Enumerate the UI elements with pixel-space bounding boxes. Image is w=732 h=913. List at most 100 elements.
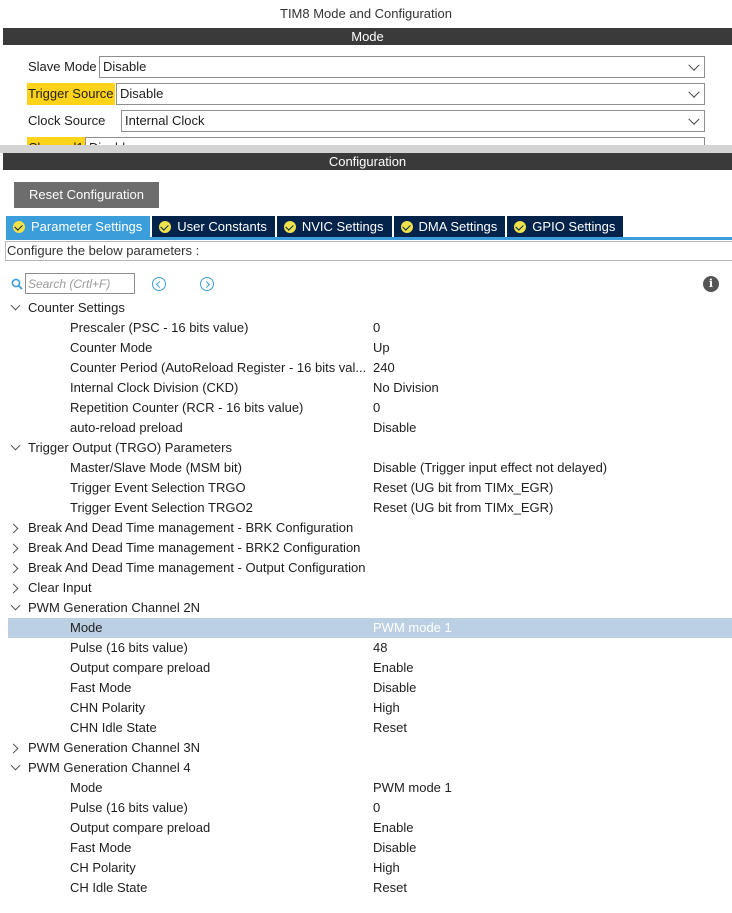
parameter-value[interactable]: Disable bbox=[373, 838, 416, 858]
parameter-value[interactable]: No Division bbox=[373, 378, 439, 398]
tab-dma-settings[interactable]: DMA Settings bbox=[393, 216, 506, 237]
search-input[interactable] bbox=[25, 273, 135, 294]
tab-parameter-settings[interactable]: Parameter Settings bbox=[6, 216, 151, 237]
parameter-row[interactable]: Repetition Counter (RCR - 16 bits value)… bbox=[0, 398, 732, 418]
mode-section-header[interactable]: Mode bbox=[3, 28, 732, 45]
parameter-row[interactable]: Fast Mode Disable bbox=[0, 678, 732, 698]
window-title: TIM8 Mode and Configuration bbox=[280, 6, 452, 21]
parameter-row[interactable]: Master/Slave Mode (MSM bit) Disable (Trig… bbox=[0, 458, 732, 478]
parameter-value[interactable]: High bbox=[373, 698, 400, 718]
parameter-row[interactable]: Trigger Event Selection TRGO Reset (UG bi… bbox=[0, 478, 732, 498]
parameter-name: Pulse (16 bits value) bbox=[70, 640, 188, 655]
parameter-row[interactable]: CHN Polarity High bbox=[0, 698, 732, 718]
settings-tabs: Parameter Settings User Constants NVIC S… bbox=[6, 216, 625, 237]
parameter-row[interactable]: Mode PWM mode 1 bbox=[8, 618, 732, 638]
parameter-row[interactable]: Counter Mode Up bbox=[0, 338, 732, 358]
tab-label: GPIO Settings bbox=[532, 219, 616, 234]
search-next-icon[interactable] bbox=[200, 277, 214, 291]
tree-group[interactable]: Counter Settings bbox=[0, 298, 732, 318]
parameter-value[interactable]: Reset bbox=[373, 718, 407, 738]
parameter-name: Internal Clock Division (CKD) bbox=[70, 380, 239, 395]
parameter-value[interactable]: High bbox=[373, 858, 400, 878]
tree-group-label: Break And Dead Time management - BRK Con… bbox=[28, 520, 354, 535]
parameter-row[interactable]: Prescaler (PSC - 16 bits value) 0 bbox=[0, 318, 732, 338]
parameter-name: CH Polarity bbox=[70, 860, 136, 875]
parameter-row[interactable]: Output compare preload Enable bbox=[0, 658, 732, 678]
tree-group-label: Counter Settings bbox=[28, 300, 125, 315]
parameter-name: Master/Slave Mode (MSM bit) bbox=[70, 460, 242, 475]
chevron-right-icon[interactable] bbox=[8, 523, 19, 534]
parameter-value[interactable]: PWM mode 1 bbox=[373, 778, 452, 798]
tree-group[interactable]: Break And Dead Time management - BRK2 Co… bbox=[0, 538, 732, 558]
chevron-down-icon[interactable] bbox=[10, 760, 21, 771]
chevron-right-icon[interactable] bbox=[8, 563, 19, 574]
tree-group[interactable]: PWM Generation Channel 2N bbox=[0, 598, 732, 618]
parameter-name: Trigger Event Selection TRGO bbox=[70, 480, 246, 495]
parameter-name: Prescaler (PSC - 16 bits value) bbox=[70, 320, 249, 335]
panel-splitter[interactable] bbox=[0, 145, 732, 153]
parameter-row[interactable]: CHN Idle State Reset bbox=[0, 718, 732, 738]
parameter-value[interactable]: Enable bbox=[373, 818, 413, 838]
parameter-value[interactable]: Disable bbox=[373, 678, 416, 698]
check-circle-icon bbox=[400, 220, 413, 233]
search-icon bbox=[11, 278, 23, 290]
chevron-down-icon[interactable] bbox=[10, 440, 21, 451]
parameter-name: CH Idle State bbox=[70, 880, 148, 895]
configuration-section-header[interactable]: Configuration bbox=[3, 153, 732, 170]
chevron-right-icon[interactable] bbox=[8, 743, 19, 754]
parameter-row[interactable]: Mode PWM mode 1 bbox=[0, 778, 732, 798]
parameter-value[interactable]: Disable (Trigger input effect not delaye… bbox=[373, 458, 607, 478]
parameter-row[interactable]: Pulse (16 bits value) 48 bbox=[0, 638, 732, 658]
tab-nvic-settings[interactable]: NVIC Settings bbox=[276, 216, 392, 237]
tree-group[interactable]: Break And Dead Time management - BRK Con… bbox=[0, 518, 732, 538]
parameter-name: Trigger Event Selection TRGO2 bbox=[70, 500, 253, 515]
tree-group[interactable]: Trigger Output (TRGO) Parameters bbox=[0, 438, 732, 458]
tab-user-constants[interactable]: User Constants bbox=[152, 216, 275, 237]
parameter-name: auto-reload preload bbox=[70, 420, 183, 435]
parameter-name: Repetition Counter (RCR - 16 bits value) bbox=[70, 400, 304, 415]
parameter-value[interactable]: PWM mode 1 bbox=[373, 618, 452, 638]
trigger-source-select[interactable]: Disable bbox=[116, 83, 705, 105]
chevron-right-icon[interactable] bbox=[8, 583, 19, 594]
parameter-value[interactable]: Disable bbox=[373, 418, 416, 438]
parameter-row[interactable]: Fast Mode Disable bbox=[0, 838, 732, 858]
parameter-value[interactable]: 0 bbox=[373, 318, 380, 338]
tree-group[interactable]: Break And Dead Time management - Output … bbox=[0, 558, 732, 578]
parameter-row[interactable]: Internal Clock Division (CKD) No Division bbox=[0, 378, 732, 398]
reset-configuration-button[interactable]: Reset Configuration bbox=[14, 182, 159, 208]
chevron-down-icon bbox=[688, 59, 700, 71]
slave-mode-row: Slave Mode Disable bbox=[27, 56, 705, 80]
parameter-value[interactable]: Reset (UG bit from TIMx_EGR) bbox=[373, 478, 553, 498]
parameter-row[interactable]: Trigger Event Selection TRGO2 Reset (UG b… bbox=[0, 498, 732, 518]
info-icon[interactable]: i bbox=[703, 276, 719, 292]
chevron-right-icon[interactable] bbox=[8, 543, 19, 554]
clock-source-select[interactable]: Internal Clock bbox=[121, 110, 705, 132]
chevron-down-icon[interactable] bbox=[10, 600, 21, 611]
parameter-row[interactable]: Pulse (16 bits value) 0 bbox=[0, 798, 732, 818]
parameter-name: Pulse (16 bits value) bbox=[70, 800, 188, 815]
chevron-down-icon[interactable] bbox=[10, 300, 21, 311]
parameter-value[interactable]: 240 bbox=[373, 358, 395, 378]
parameter-value[interactable]: Up bbox=[373, 338, 390, 358]
parameter-value[interactable]: Enable bbox=[373, 658, 413, 678]
check-circle-icon bbox=[159, 220, 172, 233]
parameter-row[interactable]: auto-reload preload Disable bbox=[0, 418, 732, 438]
tree-group[interactable]: Clear Input bbox=[0, 578, 732, 598]
tab-gpio-settings[interactable]: GPIO Settings bbox=[507, 216, 624, 237]
tree-group[interactable]: PWM Generation Channel 3N bbox=[0, 738, 732, 758]
parameter-value[interactable]: 48 bbox=[373, 638, 387, 658]
parameter-row[interactable]: Output compare preload Enable bbox=[0, 818, 732, 838]
parameter-row[interactable]: Counter Period (AutoReload Register - 16… bbox=[0, 358, 732, 378]
search-previous-icon[interactable] bbox=[152, 277, 166, 291]
tree-group[interactable]: PWM Generation Channel 4 bbox=[0, 758, 732, 778]
parameter-value[interactable]: 0 bbox=[373, 798, 380, 818]
parameter-name: Counter Mode bbox=[70, 340, 153, 355]
slave-mode-select[interactable]: Disable bbox=[99, 56, 705, 78]
parameter-value[interactable]: 0 bbox=[373, 398, 380, 418]
parameter-value[interactable]: Reset (UG bit from TIMx_EGR) bbox=[373, 498, 553, 518]
tree-group-label: Break And Dead Time management - BRK2 Co… bbox=[28, 540, 361, 555]
parameter-name: Fast Mode bbox=[70, 680, 132, 695]
parameter-row[interactable]: CH Polarity High bbox=[0, 858, 732, 878]
parameter-row[interactable]: CH Idle State Reset bbox=[0, 878, 732, 898]
parameter-value[interactable]: Reset bbox=[373, 878, 407, 898]
